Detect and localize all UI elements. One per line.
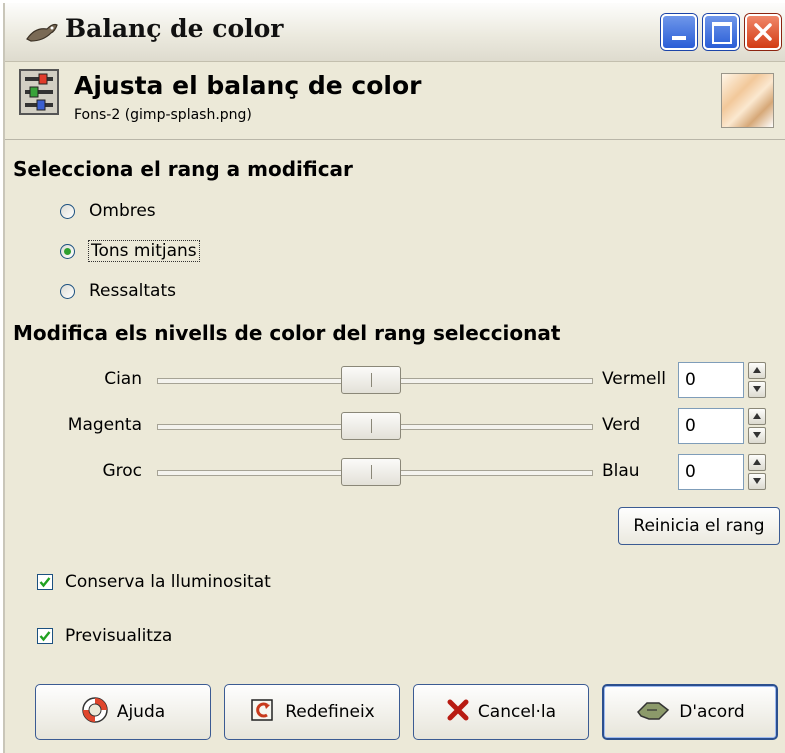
- checkbox-box: [37, 628, 53, 644]
- minimize-button[interactable]: [661, 14, 697, 50]
- radio-label: Tons mitjans: [88, 240, 200, 262]
- slider-handle[interactable]: [341, 366, 401, 394]
- spin-down-button[interactable]: [748, 427, 766, 444]
- radio-indicator: [60, 283, 75, 299]
- slider-right-label: Blau: [602, 461, 640, 481]
- layer-subtitle: Fons-2 (gimp-splash.png): [74, 107, 252, 123]
- redefine-label: Redefineix: [285, 702, 375, 722]
- levels-heading: Modifica els nivells de color del rang s…: [13, 321, 561, 345]
- ok-label: D'acord: [679, 702, 745, 722]
- close-icon: [754, 23, 772, 41]
- spin-value-field[interactable]: 0: [678, 362, 744, 398]
- title-bar[interactable]: Balanç de color: [5, 3, 785, 62]
- slider-left-label: Groc: [102, 461, 142, 481]
- close-button[interactable]: [745, 14, 781, 50]
- spin-up-button[interactable]: [748, 408, 766, 425]
- yellow-blue-row: Groc Blau 0: [5, 453, 785, 493]
- spin-down-button[interactable]: [748, 381, 766, 398]
- radio-shadows[interactable]: Ombres: [60, 199, 156, 223]
- slider-left-label: Magenta: [67, 415, 142, 435]
- radio-indicator-selected: [60, 243, 75, 259]
- checkbox-label: Previsualitza: [65, 626, 173, 646]
- spin-up-button[interactable]: [748, 454, 766, 471]
- color-balance-dialog: Balanç de color Ajusta el balanç de colo…: [3, 3, 785, 753]
- handshake-icon: [635, 696, 671, 729]
- radio-midtones[interactable]: Tons mitjans: [60, 239, 200, 263]
- cyan-red-spinbox: 0: [678, 362, 782, 398]
- slider-right-label: Vermell: [602, 369, 666, 389]
- check-icon: [39, 577, 51, 588]
- cyan-red-row: Cian Vermell 0: [5, 361, 785, 401]
- color-balance-tool-icon: [19, 69, 59, 115]
- cancel-label: Cancel·la: [477, 702, 557, 722]
- yellow-blue-spinbox: 0: [678, 454, 782, 490]
- maximize-button[interactable]: [703, 14, 739, 50]
- magenta-green-spinbox: 0: [678, 408, 782, 444]
- check-icon: [39, 631, 51, 642]
- cancel-button[interactable]: Cancel·la: [413, 684, 589, 740]
- reset-range-button[interactable]: Reinicia el rang: [618, 507, 780, 545]
- preview-checkbox[interactable]: Previsualitza: [37, 624, 172, 648]
- lifebuoy-icon: [81, 696, 109, 729]
- image-thumbnail: [721, 73, 774, 128]
- spin-down-button[interactable]: [748, 473, 766, 490]
- dialog-header: Ajusta el balanç de color Fons-2 (gimp-s…: [5, 61, 785, 140]
- ok-button[interactable]: D'acord: [602, 684, 778, 740]
- spin-value-field[interactable]: 0: [678, 408, 744, 444]
- checkbox-box: [37, 574, 53, 590]
- slider-left-label: Cian: [104, 369, 142, 389]
- checkbox-label: Conserva la lluminositat: [65, 572, 271, 592]
- window-title: Balanç de color: [65, 14, 284, 43]
- slider-handle[interactable]: [341, 458, 401, 486]
- radio-highlights[interactable]: Ressaltats: [60, 279, 176, 303]
- range-heading: Selecciona el rang a modificar: [13, 157, 353, 181]
- spin-up-button[interactable]: [748, 362, 766, 379]
- magenta-green-row: Magenta Verd 0: [5, 407, 785, 447]
- cancel-x-icon: [446, 698, 470, 727]
- help-button[interactable]: Ajuda: [35, 684, 211, 740]
- radio-indicator: [60, 203, 75, 219]
- preserve-luminosity-checkbox[interactable]: Conserva la lluminositat: [37, 570, 271, 594]
- radio-label: Ombres: [89, 201, 156, 221]
- radio-label: Ressaltats: [89, 281, 176, 301]
- slider-handle[interactable]: [341, 412, 401, 440]
- reset-icon: [249, 696, 277, 729]
- redefine-button[interactable]: Redefineix: [224, 684, 400, 740]
- spin-value-field[interactable]: 0: [678, 454, 744, 490]
- gimp-wilber-icon: [26, 23, 58, 42]
- help-label: Ajuda: [116, 702, 166, 722]
- dialog-heading: Ajusta el balanç de color: [74, 71, 422, 100]
- slider-right-label: Verd: [602, 415, 641, 435]
